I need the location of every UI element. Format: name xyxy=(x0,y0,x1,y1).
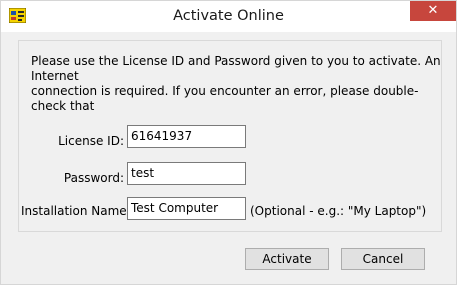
license-id-field[interactable]: 61641937 xyxy=(127,125,246,148)
window-title: Activate Online xyxy=(173,8,284,24)
cancel-button[interactable]: Cancel xyxy=(341,248,425,270)
password-field[interactable]: test xyxy=(127,162,246,185)
installation-name-field[interactable]: Test Computer xyxy=(127,197,246,220)
close-icon: ✕ xyxy=(427,3,439,18)
activate-button[interactable]: Activate xyxy=(245,248,329,270)
close-button[interactable]: ✕ xyxy=(410,1,456,21)
license-id-label: License ID: xyxy=(58,134,124,148)
instructions-text: Please use the License ID and Password g… xyxy=(31,54,441,111)
activate-online-dialog: Activate Online ✕ Please use the License… xyxy=(0,0,457,285)
password-label: Password: xyxy=(63,171,124,185)
title-bar[interactable]: Activate Online ✕ xyxy=(1,1,456,32)
installation-name-label: Installation Name: xyxy=(21,204,131,218)
installation-name-hint: (Optional - e.g.: "My Laptop") xyxy=(250,204,427,218)
